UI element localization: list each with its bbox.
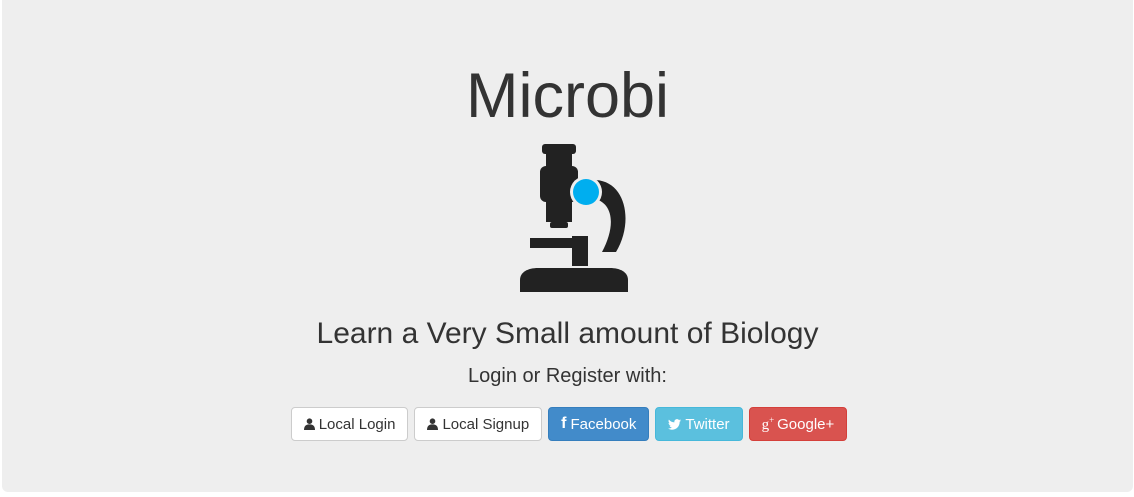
local-login-label: Local Login (318, 415, 396, 433)
facebook-label: Facebook (570, 415, 637, 433)
microscope-icon (518, 142, 630, 294)
jumbotron: Microbi Learn a Very Small amount of Bio… (2, 0, 1133, 492)
login-prompt: Login or Register with: (468, 365, 667, 387)
page-title: Microbi (465, 61, 670, 131)
twitter-icon (668, 418, 682, 430)
twitter-button[interactable]: Twitter (655, 407, 743, 441)
user-icon (427, 418, 439, 430)
local-signup-button[interactable]: Local Signup (414, 407, 543, 441)
facebook-button[interactable]: f Facebook (548, 407, 650, 441)
google-plus-button[interactable]: g+ Google+ (748, 407, 848, 441)
twitter-label: Twitter (685, 415, 730, 433)
local-login-button[interactable]: Local Login (290, 407, 409, 441)
facebook-icon: f (561, 415, 567, 432)
user-icon (303, 418, 315, 430)
auth-button-row: Local Login Local Signup f Facebook Twit… (2, 407, 1133, 441)
google-plus-icon: g+ (761, 414, 775, 433)
local-signup-label: Local Signup (442, 415, 530, 433)
tagline: Learn a Very Small amount of Biology (316, 317, 819, 350)
google-plus-label: Google+ (777, 415, 835, 433)
